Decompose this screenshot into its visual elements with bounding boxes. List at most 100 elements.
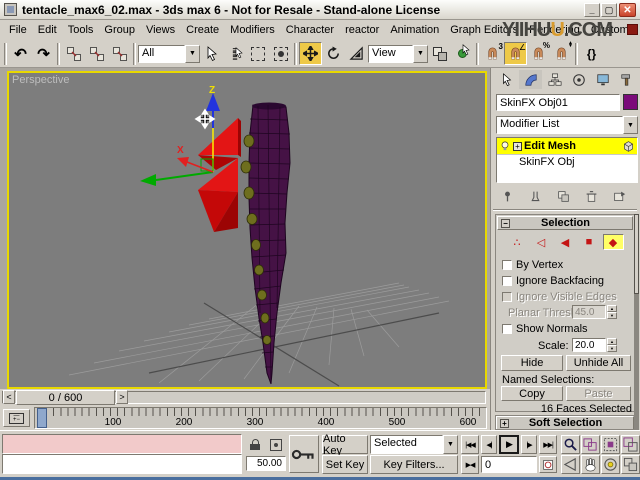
ignore-backfacing-checkbox[interactable] xyxy=(502,276,512,286)
zoom-extents-button[interactable] xyxy=(601,435,620,454)
unlink-selection-icon[interactable] xyxy=(85,42,108,65)
object-name-field[interactable]: SkinFX Obj01 xyxy=(496,94,620,111)
select-object-button[interactable] xyxy=(200,42,223,65)
auto-key-button[interactable]: Auto Key xyxy=(322,435,368,454)
show-normals-label[interactable]: Show Normals xyxy=(516,323,588,335)
menu-create[interactable]: Create xyxy=(186,24,219,36)
snap-toggle-3d-button[interactable]: 3 xyxy=(481,42,504,65)
select-and-manipulate-button[interactable] xyxy=(451,42,474,65)
menu-modifiers[interactable]: Modifiers xyxy=(230,24,275,36)
bind-to-spacewarp-icon[interactable] xyxy=(108,42,131,65)
key-filters-button[interactable]: Key Filters... xyxy=(370,455,458,474)
menu-tools[interactable]: Tools xyxy=(68,24,94,36)
field-of-view-button[interactable] xyxy=(561,455,580,474)
show-end-result-button[interactable] xyxy=(524,188,546,204)
select-by-name-button[interactable]: ≡≡≡ xyxy=(223,42,246,65)
element-mode-button[interactable]: ◆ xyxy=(603,234,624,250)
window-crossing-toggle[interactable] xyxy=(269,42,292,65)
by-vertex-checkbox[interactable] xyxy=(502,260,512,270)
stack-item-edit-mesh[interactable]: + Edit Mesh xyxy=(497,138,637,154)
zoom-extents-all-button[interactable] xyxy=(621,435,640,454)
remove-modifier-button[interactable] xyxy=(580,188,602,204)
menu-reactor[interactable]: reactor xyxy=(345,24,379,36)
absolute-offset-mode-toggle[interactable] xyxy=(267,437,285,452)
modifier-list-dropdown[interactable]: Modifier List ▼ xyxy=(496,116,638,134)
close-button[interactable]: ✕ xyxy=(619,3,636,17)
select-and-link-icon[interactable] xyxy=(62,42,85,65)
hide-button[interactable]: Hide xyxy=(501,355,563,371)
spinner-snap-toggle[interactable]: ▲▼ xyxy=(550,42,573,65)
next-frame-button[interactable]: |▶ xyxy=(521,435,537,454)
polygon-mode-button[interactable]: ■ xyxy=(579,234,600,250)
by-vertex-label[interactable]: By Vertex xyxy=(516,259,563,271)
min-max-toggle-button[interactable] xyxy=(621,455,640,474)
open-mini-curve-editor-button[interactable]: —+− xyxy=(3,409,30,427)
menu-animation[interactable]: Animation xyxy=(390,24,439,36)
expand-icon[interactable]: + xyxy=(513,142,522,151)
scale-spinner[interactable]: ▲▼ xyxy=(607,338,617,352)
menu-file[interactable]: File xyxy=(9,24,27,36)
bulb-icon[interactable] xyxy=(499,140,511,152)
viewport-perspective[interactable]: Perspective xyxy=(7,71,487,389)
menu-views[interactable]: Views xyxy=(146,24,175,36)
tab-create[interactable] xyxy=(495,70,518,89)
stack-item-base-object[interactable]: SkinFX Obj xyxy=(497,154,637,169)
menu-edit[interactable]: Edit xyxy=(38,24,57,36)
set-key-button[interactable]: Set Key xyxy=(322,455,368,474)
menu-group[interactable]: Group xyxy=(104,24,135,36)
scrollbar-thumb[interactable] xyxy=(634,214,639,294)
time-slider-button[interactable]: 0 / 600 xyxy=(16,390,115,405)
collapse-icon[interactable]: − xyxy=(501,219,510,228)
expand-icon[interactable]: + xyxy=(500,419,509,428)
select-and-move-button[interactable] xyxy=(299,42,322,65)
play-button[interactable]: ▶ xyxy=(499,435,519,454)
zoom-button[interactable] xyxy=(561,435,580,454)
go-to-end-button[interactable]: ▶▶| xyxy=(539,435,557,454)
pin-stack-button[interactable] xyxy=(496,188,518,204)
minimize-button[interactable]: _ xyxy=(584,3,600,17)
vertex-mode-button[interactable]: ∴ xyxy=(507,234,528,250)
maxscript-mini-listener[interactable] xyxy=(2,434,242,454)
redo-button[interactable]: ↷ xyxy=(32,42,55,65)
previous-frame-button[interactable]: ◀| xyxy=(481,435,497,454)
time-configuration-button[interactable] xyxy=(539,456,557,473)
show-normals-checkbox[interactable] xyxy=(502,324,512,334)
arc-rotate-button[interactable] xyxy=(601,455,620,474)
selection-filter-dropdown[interactable]: All ▼ xyxy=(138,45,200,63)
tab-utilities[interactable] xyxy=(615,70,638,89)
time-slider-next-button[interactable]: > xyxy=(116,390,128,404)
soft-selection-header[interactable]: + Soft Selection xyxy=(496,416,634,430)
angle-snap-toggle[interactable]: ∠ xyxy=(504,42,527,65)
undo-button[interactable]: ↶ xyxy=(9,42,32,65)
zoom-all-button[interactable] xyxy=(581,435,600,454)
dropdown-arrow-icon[interactable]: ▼ xyxy=(413,45,428,63)
use-pivot-center-button[interactable] xyxy=(428,42,451,65)
track-bar-ruler[interactable]: 0 100 200 300 400 500 600 xyxy=(34,407,487,429)
transform-type-in-field[interactable]: 50.00 xyxy=(246,456,286,471)
tab-display[interactable] xyxy=(591,70,614,89)
set-keys-button[interactable] xyxy=(289,435,319,473)
status-prompt-line[interactable] xyxy=(2,454,242,474)
object-color-swatch[interactable] xyxy=(623,94,638,110)
dropdown-arrow-icon[interactable]: ▼ xyxy=(623,116,638,134)
selection-lock-toggle[interactable] xyxy=(247,437,263,452)
rectangular-selection-region-button[interactable] xyxy=(246,42,269,65)
face-mode-button[interactable]: ◀ xyxy=(555,234,576,250)
configure-modifier-sets-button[interactable] xyxy=(608,188,630,204)
selection-rollout-header[interactable]: − Selection xyxy=(497,216,633,230)
panel-scrollbar[interactable] xyxy=(634,214,639,430)
edit-named-selections-button[interactable]: {} xyxy=(580,42,603,65)
edge-mode-button[interactable]: ◁ xyxy=(531,234,552,250)
dropdown-arrow-icon[interactable]: ▼ xyxy=(443,435,458,454)
scale-field[interactable]: 20.0 xyxy=(572,338,606,352)
unhide-all-button[interactable]: Unhide All xyxy=(566,355,631,371)
go-to-start-button[interactable]: |◀◀ xyxy=(461,435,479,454)
reference-coordinate-dropdown[interactable]: View ▼ xyxy=(368,45,428,63)
dropdown-arrow-icon[interactable]: ▼ xyxy=(185,45,200,63)
pan-button[interactable] xyxy=(581,455,600,474)
tab-modify[interactable] xyxy=(519,70,542,89)
key-mode-toggle[interactable]: ▶◀ xyxy=(461,455,479,474)
select-and-rotate-button[interactable] xyxy=(322,42,345,65)
menu-character[interactable]: Character xyxy=(286,24,334,36)
tab-motion[interactable] xyxy=(567,70,590,89)
